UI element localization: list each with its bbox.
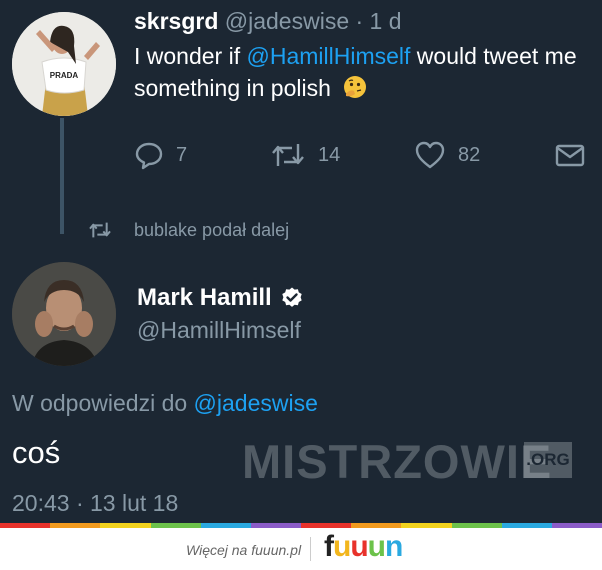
tweet1-actions: 7 14 82 (134, 138, 590, 172)
retweet-button[interactable]: 14 (270, 138, 340, 172)
reply-context-mention-link[interactable]: @jadeswise (194, 390, 318, 416)
tweet1-header: skrsgrd @jadeswise · 1 d (134, 8, 402, 35)
footer-divider (310, 537, 311, 561)
reply-icon (135, 142, 163, 170)
reply-context-prefix: W odpowiedzi do (12, 390, 194, 416)
reply-context: W odpowiedzi do @jadeswise (12, 390, 318, 417)
tweet1-display-name[interactable]: skrsgrd (134, 8, 218, 34)
thinking-face-emoji-icon (343, 75, 367, 99)
logo-letter: u (367, 530, 386, 563)
logo-letter: u (333, 530, 351, 563)
logo-letter: f (324, 530, 334, 563)
tweet1-text-prefix: I wonder if (134, 43, 247, 69)
tweet2-display-name[interactable]: Mark Hamill (137, 284, 272, 312)
tweet2-name-row: Mark Hamill (137, 284, 304, 312)
like-count: 82 (458, 143, 481, 166)
footer-link-text[interactable]: Więcej na fuuun.pl (186, 542, 301, 558)
retweet-count: 14 (318, 143, 341, 166)
site-footer: Więcej na fuuun.pl fuuun (0, 528, 602, 570)
verified-badge-icon (282, 287, 302, 307)
tweet1-text: I wonder if @HamillHimself would tweet m… (134, 40, 600, 104)
avatar-shirt-text: PRADA (50, 71, 79, 80)
retweet-small-icon (89, 222, 111, 238)
retweeted-by-row: bublake podał dalej (88, 216, 289, 244)
tweet1-handle-time[interactable]: @jadeswise · 1 d (218, 8, 402, 34)
logo-letter: u (350, 530, 368, 563)
retweeted-by-text[interactable]: bublake podał dalej (134, 220, 289, 241)
reply-button[interactable]: 7 (134, 138, 187, 172)
like-button[interactable]: 82 (414, 138, 480, 172)
logo-letter: n (384, 530, 403, 563)
watermark-org-badge: .ORG (524, 442, 572, 478)
tweet2-text: coś (12, 435, 61, 470)
avatar-skrsgrd[interactable]: PRADA (12, 12, 116, 116)
tweet-screenshot: PRADA skrsgrd @jadeswise · 1 d I wonder … (0, 0, 602, 528)
thread-line (60, 118, 64, 234)
tweet2-handle[interactable]: @HamillHimself (137, 317, 301, 344)
mail-icon (555, 144, 585, 167)
heart-icon (415, 141, 445, 169)
retweet-icon (272, 144, 304, 166)
direct-message-button[interactable] (554, 138, 586, 172)
tweet1-mention-link[interactable]: @HamillHimself (247, 43, 411, 69)
avatar-mark-hamill[interactable] (12, 262, 116, 366)
watermark-text: MISTRZOWIE (242, 435, 553, 488)
fuuun-logo[interactable]: fuuun (324, 530, 403, 564)
reply-count: 7 (176, 143, 188, 166)
tweet2-timestamp[interactable]: 20:43 · 13 lut 18 (12, 490, 178, 517)
